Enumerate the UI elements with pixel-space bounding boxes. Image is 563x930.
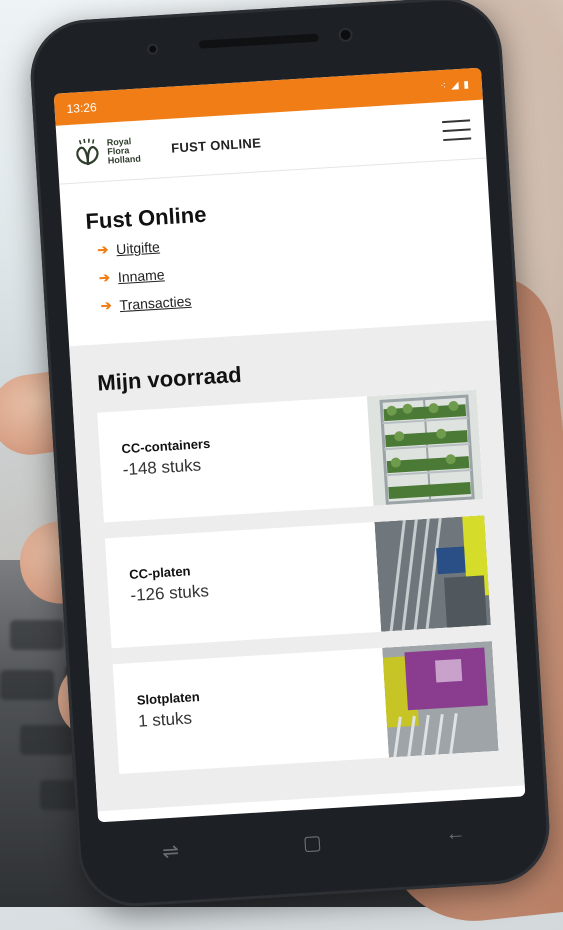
status-time: 13:26 [66, 100, 98, 116]
card-title: CC-containers [121, 435, 211, 457]
back-icon[interactable]: ← [445, 822, 466, 846]
hamburger-icon[interactable] [442, 119, 472, 142]
phone-speaker [198, 33, 319, 49]
arrow-right-icon: ➔ [100, 297, 113, 314]
card-text: CC-platen -126 stuks [105, 531, 234, 648]
card-text: CC-containers -148 stuks [97, 405, 236, 523]
link-transacties[interactable]: Transacties [119, 293, 192, 313]
logo-icon [70, 137, 104, 169]
status-indicators: ⁖ ◢ ▮ [440, 78, 471, 92]
phone: 13:26 ⁖ ◢ ▮ Royal Flora Holland FUST ONL… [27, 0, 553, 910]
brand-logo[interactable]: Royal Flora Holland [70, 133, 172, 169]
fust-links: ➔ Uitgifte ➔ Inname ➔ Transacties [87, 220, 471, 315]
card-text: Slotplaten 1 stuks [113, 658, 226, 774]
phone-sensor [148, 45, 157, 53]
card-count: -148 stuks [122, 455, 202, 480]
link-inname[interactable]: Inname [117, 266, 165, 285]
phone-camera [340, 29, 351, 41]
arrow-right-icon: ➔ [98, 269, 111, 286]
inventory-card-cc-platen[interactable]: CC-platen -126 stuks [104, 515, 491, 649]
card-count: -126 stuks [129, 581, 210, 605]
card-title: CC-platen [128, 563, 191, 583]
inventory-card-slotplaten[interactable]: Slotplaten 1 stuks [112, 641, 499, 775]
inventory-section: Mijn voorraad CC-containers -148 stuks C… [69, 320, 525, 812]
arrow-right-icon: ➔ [96, 241, 109, 258]
link-uitgifte[interactable]: Uitgifte [116, 239, 160, 258]
brand-name: Royal Flora Holland [106, 136, 141, 165]
inventory-heading: Mijn voorraad [96, 361, 243, 396]
fust-section: Fust Online ➔ Uitgifte ➔ Inname ➔ Transa… [59, 158, 496, 346]
recents-icon[interactable]: ⇌ [161, 838, 180, 864]
card-count: 1 stuks [137, 708, 193, 731]
brand-line-3: Holland [107, 153, 142, 166]
slotplaten-image [382, 641, 499, 758]
app-title: FUST ONLINE [170, 134, 262, 156]
phone-screen: 13:26 ⁖ ◢ ▮ Royal Flora Holland FUST ONL… [53, 67, 526, 823]
card-title: Slotplaten [136, 688, 201, 708]
inventory-card-cc-containers[interactable]: CC-containers -148 stuks [97, 389, 484, 523]
home-icon[interactable]: ▢ [302, 829, 322, 855]
cc-container-image [366, 389, 484, 507]
cc-platen-image [374, 515, 491, 632]
